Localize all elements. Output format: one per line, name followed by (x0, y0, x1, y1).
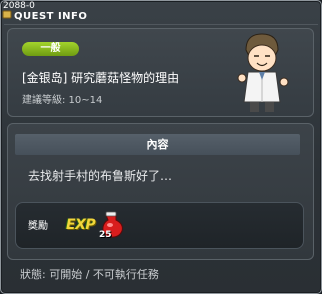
window-title: QUEST INFO (14, 11, 88, 22)
quest-category-badge: 一般 (22, 42, 79, 56)
content-header: 內容 (15, 134, 300, 155)
item-count: 25 (99, 230, 112, 240)
recommended-level: 建議等級: 10~14 (22, 95, 103, 106)
reward-label: 獎勵 (28, 221, 48, 232)
quest-info-icon (2, 10, 12, 19)
exp-reward-icon: EXP (66, 217, 96, 233)
reward-box (15, 202, 304, 249)
quest-title: [金银岛] 研究蘑菇怪物的理由 (22, 71, 180, 85)
quest-description: 去找射手村的布鲁斯好了… (28, 169, 173, 183)
title-divider (4, 24, 318, 25)
quest-status: 狀態: 可開始 / 不可執行任務 (20, 268, 159, 281)
npc-portrait-icon (237, 33, 289, 112)
